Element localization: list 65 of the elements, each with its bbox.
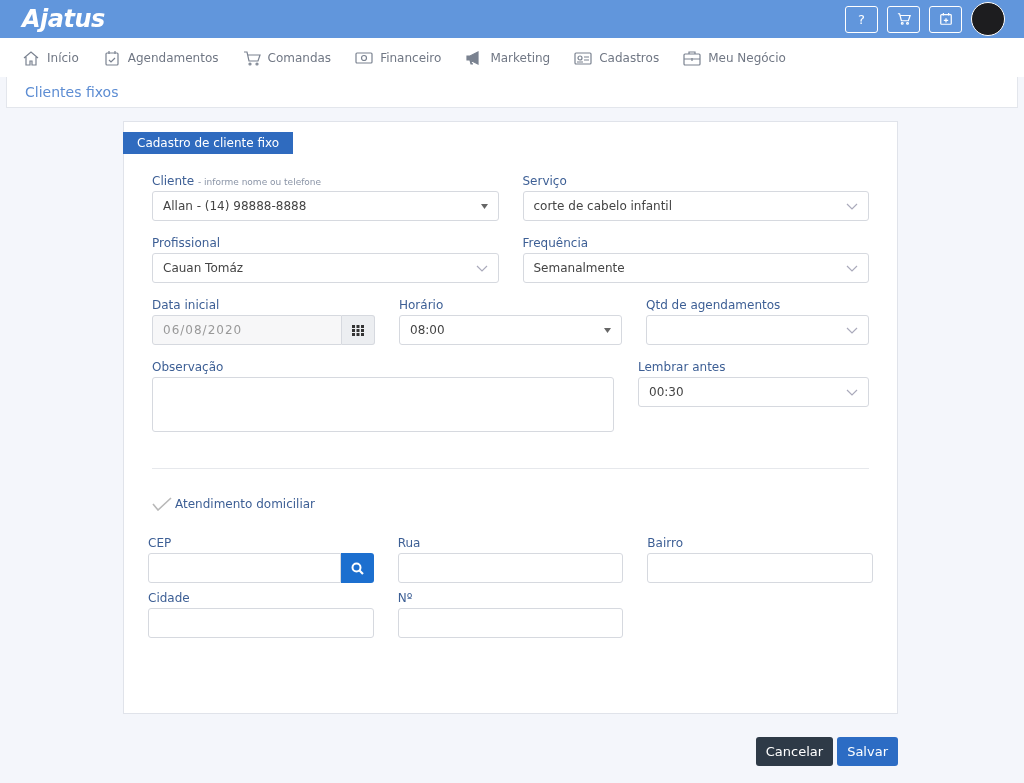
caret-icon bbox=[480, 203, 488, 209]
select-field[interactable]: Cauan Tomáz bbox=[152, 253, 499, 283]
field-label: Cliente bbox=[152, 174, 195, 188]
id-card-icon bbox=[574, 49, 593, 66]
chevron-down-icon bbox=[846, 326, 858, 334]
field-hint: - informe nome ou telefone bbox=[197, 177, 322, 187]
text-field[interactable] bbox=[148, 608, 374, 638]
cart-button[interactable] bbox=[887, 5, 920, 33]
select-field[interactable]: 08:00 bbox=[399, 315, 622, 345]
nav-item[interactable]: Cadastros bbox=[574, 49, 660, 66]
observation-field[interactable] bbox=[152, 377, 614, 432]
select-field[interactable]: Allan - (14) 98888-8888 bbox=[152, 191, 499, 221]
briefcase-icon bbox=[683, 49, 702, 66]
checkmark-icon bbox=[152, 497, 172, 511]
chevron-down-icon bbox=[846, 264, 858, 272]
field-label: Rua bbox=[397, 536, 421, 550]
grid-icon bbox=[352, 324, 364, 336]
help-button[interactable]: ? bbox=[845, 5, 878, 33]
search-icon bbox=[350, 561, 364, 575]
select-field[interactable]: Semanalmente bbox=[522, 253, 869, 283]
select-field[interactable] bbox=[646, 315, 869, 345]
home-service-checkbox[interactable]: Atendimento domiciliar bbox=[152, 497, 869, 511]
chevron-down-icon bbox=[846, 388, 858, 396]
field-label: Data inicial bbox=[152, 298, 220, 312]
field-label: Qtd de agendamentos bbox=[646, 298, 781, 312]
field-label: Bairro bbox=[647, 536, 683, 550]
field-label: Lembrar antes bbox=[638, 360, 726, 374]
home-icon bbox=[22, 49, 40, 66]
caret-icon bbox=[604, 327, 611, 333]
date-field[interactable]: 06/08/2020 bbox=[152, 315, 342, 345]
form-title: Cadastro de cliente fixo bbox=[123, 132, 294, 154]
save-button[interactable]: Salvar bbox=[837, 737, 898, 766]
field-label: Cidade bbox=[148, 591, 190, 605]
field-label: Horário bbox=[399, 298, 444, 312]
field-label: Nº bbox=[397, 591, 413, 605]
field-label: Serviço bbox=[522, 174, 567, 188]
chevron-down-icon bbox=[475, 264, 488, 272]
nav-item[interactable]: Agendamentos bbox=[102, 49, 219, 66]
cart-icon bbox=[896, 12, 911, 26]
text-field[interactable] bbox=[647, 553, 873, 583]
nav-item[interactable]: Comandas bbox=[242, 49, 332, 66]
cancel-button[interactable]: Cancelar bbox=[755, 737, 834, 766]
select-field[interactable]: 00:30 bbox=[638, 377, 869, 407]
field-label: CEP bbox=[148, 536, 172, 550]
calendar-check-icon bbox=[102, 49, 121, 66]
avatar[interactable] bbox=[971, 2, 1005, 36]
nav-item[interactable]: Início bbox=[22, 49, 79, 66]
field-label: Profissional bbox=[152, 236, 221, 250]
nav-item[interactable]: Financeiro bbox=[355, 49, 442, 66]
banknote-icon bbox=[355, 49, 374, 66]
nav-item[interactable]: Marketing bbox=[465, 49, 551, 66]
calendar-plus-icon bbox=[938, 12, 953, 26]
field-label: Observação bbox=[152, 360, 224, 374]
cep-field[interactable] bbox=[148, 553, 341, 583]
select-field[interactable]: corte de cabelo infantil bbox=[522, 191, 869, 221]
field-label: Frequência bbox=[522, 236, 589, 250]
chevron-down-icon bbox=[846, 202, 858, 210]
cart-icon bbox=[242, 49, 261, 66]
calendar-button[interactable] bbox=[342, 315, 375, 345]
text-field[interactable] bbox=[397, 553, 624, 583]
search-button[interactable] bbox=[340, 553, 374, 583]
page-title: Clientes fixos bbox=[25, 84, 119, 100]
app-logo: Ajatus bbox=[22, 5, 105, 33]
text-field[interactable] bbox=[397, 608, 624, 638]
nav-item[interactable]: Meu Negócio bbox=[683, 49, 786, 66]
